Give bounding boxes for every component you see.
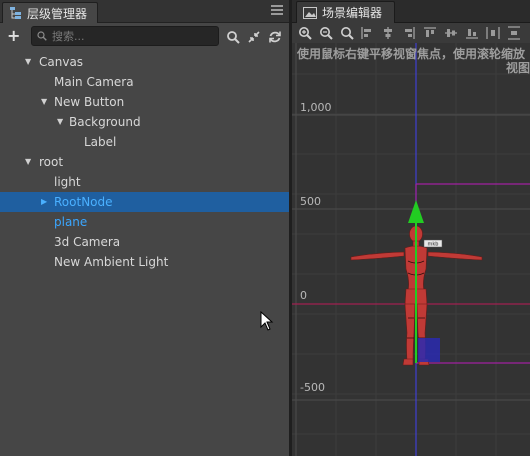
align-middle-icon[interactable] (444, 26, 458, 40)
scene-hint-line2: 视图 (505, 61, 530, 75)
plus-icon[interactable]: + (7, 26, 20, 45)
scene-panel: 场景编辑器 mkb 1,000 500 0 -500 使用鼠标右键平移视窗焦点，… (292, 0, 530, 456)
align-center-icon[interactable] (381, 26, 395, 40)
expand-arrow-icon[interactable]: ▼ (41, 92, 47, 112)
align-top-icon[interactable] (423, 26, 437, 40)
hierarchy-toolbar: + (0, 24, 289, 50)
zoom-reset-icon[interactable] (340, 26, 354, 40)
collapse-icon[interactable] (247, 30, 261, 44)
align-right-icon[interactable] (402, 26, 416, 40)
search-field-icon (37, 31, 47, 41)
align-left-icon[interactable] (360, 26, 374, 40)
tree-item[interactable]: 3d Camera (0, 232, 289, 252)
tree-item-label: Background (69, 115, 141, 129)
tree-item[interactable]: ▼ Canvas (0, 52, 289, 72)
tree-item[interactable]: ▼ New Button (0, 92, 289, 112)
tree-item-label: plane (54, 215, 88, 229)
tree-item-label: Label (84, 135, 117, 149)
tree-item[interactable]: Label (0, 132, 289, 152)
scene-viewport[interactable]: mkb 1,000 500 0 -500 (292, 43, 530, 456)
tree-item[interactable]: Main Camera (0, 72, 289, 92)
collapsed-arrow-icon[interactable]: ▶ (41, 192, 47, 212)
scene-tabbar: 场景编辑器 (292, 0, 530, 23)
mouse-cursor-icon (260, 311, 274, 331)
align-bottom-icon[interactable] (465, 26, 479, 40)
tree-item-label: Canvas (39, 55, 84, 69)
tree-item[interactable]: ▶ RootNode (0, 192, 289, 212)
model-tag: mkb (428, 242, 439, 248)
hierarchy-tree: ▼ Canvas Main Camera ▼ New Button ▼ Background… (0, 52, 289, 272)
tree-item[interactable]: plane (0, 212, 289, 232)
tree-item-label: light (54, 175, 81, 189)
tab-scene-editor[interactable]: 场景编辑器 (296, 1, 395, 23)
tree-item-label: Main Camera (54, 75, 134, 89)
tree-item-label: New Ambient Light (54, 255, 169, 269)
gizmo-center-handle (418, 338, 440, 362)
panel-menu-icon[interactable] (271, 4, 283, 16)
tree-item[interactable]: New Ambient Light (0, 252, 289, 272)
tree-item-label: RootNode (54, 195, 113, 209)
distribute-horizontal-icon[interactable] (486, 26, 500, 40)
zoom-in-icon[interactable] (298, 26, 312, 40)
tree-item-label: 3d Camera (54, 235, 121, 249)
expand-arrow-icon[interactable]: ▼ (25, 52, 31, 72)
hierarchy-icon (10, 7, 21, 19)
tab-hierarchy[interactable]: 层级管理器 (2, 2, 98, 23)
tree-item[interactable]: ▼ root (0, 152, 289, 172)
refresh-icon[interactable] (268, 30, 282, 44)
hierarchy-tabbar: 层级管理器 (0, 0, 289, 23)
expand-arrow-icon[interactable]: ▼ (25, 152, 31, 172)
axis-label-minus-500: -500 (300, 381, 325, 394)
scene-hint: 使用鼠标右键平移视窗焦点，使用滚轮缩放 视图 (292, 47, 530, 75)
tree-item[interactable]: light (0, 172, 289, 192)
search-box[interactable] (31, 26, 219, 46)
expand-arrow-icon[interactable]: ▼ (57, 112, 63, 132)
scene-hint-line1: 使用鼠标右键平移视窗焦点，使用滚轮缩放 (296, 47, 525, 61)
scene-icon (303, 6, 317, 19)
scene-tab-label: 场景编辑器 (322, 6, 383, 20)
search-icon[interactable] (226, 30, 240, 44)
search-input[interactable] (52, 28, 212, 44)
distribute-vertical-icon[interactable] (507, 26, 521, 40)
tree-item[interactable]: ▼ Background (0, 112, 289, 132)
hierarchy-panel: 层级管理器 + ▼ Canvas Main Camera (0, 0, 289, 456)
axis-label-1000: 1,000 (300, 101, 332, 114)
gizmo-y-arrow (408, 200, 424, 223)
tree-item-label: root (39, 155, 64, 169)
axis-label-0: 0 (300, 289, 307, 302)
axis-label-500: 500 (300, 195, 321, 208)
zoom-out-icon[interactable] (319, 26, 333, 40)
scene-toolbar (292, 23, 530, 43)
tree-item-label: New Button (54, 95, 125, 109)
hierarchy-tab-label: 层级管理器 (27, 6, 88, 21)
